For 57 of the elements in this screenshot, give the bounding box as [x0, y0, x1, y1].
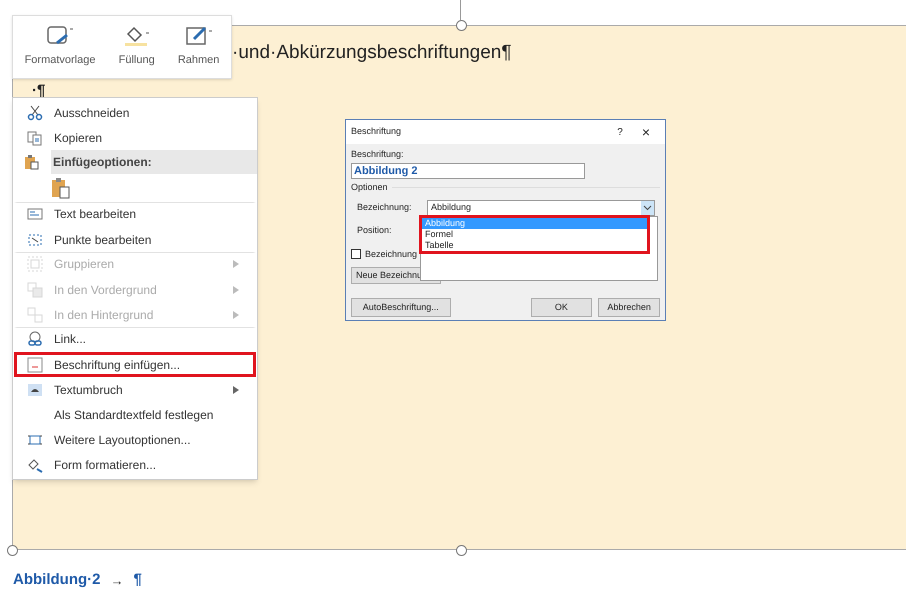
send-backward-icon [27, 306, 43, 322]
paragraph-mark: ·¶ [32, 81, 46, 101]
toolbar-button[interactable]: Rahmen [178, 24, 220, 68]
dialog-button[interactable]: AutoBeschriftung... [351, 298, 451, 317]
bring-forward-icon [27, 282, 43, 298]
scissors-icon [27, 104, 43, 120]
paste-option-icon[interactable] [51, 177, 71, 199]
format-shape-icon [27, 456, 43, 472]
menu-section-header: Einfügeoptionen: [51, 150, 257, 174]
checkbox[interactable] [351, 249, 361, 260]
dialog-title: Beschriftung [351, 125, 402, 138]
field-label: Beschriftung: [351, 148, 405, 161]
clipboard-icon [24, 154, 40, 170]
group-label: Optionen [351, 180, 388, 194]
pen-border-icon [184, 24, 214, 46]
field-label: Position: [357, 224, 392, 237]
toolbar-button[interactable]: Füllung [118, 24, 155, 68]
field-label: Bezeichnung: [357, 201, 413, 214]
menu-item[interactable]: Als Standardtextfeld festlegen [14, 402, 256, 427]
dropdown-option[interactable]: Tabelle [422, 240, 647, 251]
heading-text: ·und·Abkürzungsbeschriftungen¶ [232, 41, 512, 65]
dialog-button[interactable]: OK [530, 298, 592, 317]
menu-item[interactable]: Kopieren [14, 125, 256, 150]
menu-item[interactable]: Weitere Layoutoptionen... [14, 427, 256, 452]
menu-item[interactable]: Beschriftung einfügen... [14, 352, 256, 377]
link-icon [27, 330, 43, 346]
tab-arrow: → [110, 572, 124, 590]
text-wrap-icon [27, 382, 43, 398]
menu-item[interactable]: Textumbruch [14, 377, 256, 402]
resize-handle[interactable] [7, 545, 18, 556]
label-dropdown[interactable]: Abbildung [427, 200, 655, 216]
menu-item[interactable]: Ausschneiden [14, 100, 256, 125]
text-box-icon [27, 206, 43, 222]
menu-item[interactable]: Punkte bearbeiten [14, 227, 256, 252]
caption-input-field[interactable]: Abbildung 2 [351, 162, 585, 178]
resize-handle[interactable] [456, 20, 467, 31]
edit-points-icon [27, 232, 43, 248]
submenu-arrow-icon [233, 260, 239, 268]
checkbox-label: Bezeichnung [365, 248, 418, 261]
group-icon [27, 256, 43, 272]
shape-style-icon [45, 24, 76, 46]
figure-caption: Abbildung·2 [13, 570, 100, 590]
toolbar-button[interactable]: Formatvorlage [24, 24, 96, 68]
submenu-arrow-icon [233, 310, 239, 318]
copy-icon [27, 130, 43, 146]
close-button[interactable]: × [632, 122, 660, 142]
submenu-arrow-icon [233, 386, 239, 394]
menu-item[interactable]: Form formatieren... [14, 452, 256, 477]
menu-item[interactable]: Link... [14, 327, 256, 352]
dialog-button[interactable]: Abbrechen [598, 298, 660, 317]
caption-icon [27, 356, 43, 372]
menu-item[interactable]: Text bearbeiten [14, 202, 256, 227]
resize-handle[interactable] [456, 545, 467, 556]
submenu-arrow-icon [233, 286, 239, 294]
dropdown-option[interactable]: Formel [422, 229, 647, 240]
help-button[interactable]: ? [608, 124, 632, 140]
pilcrow-mark: ¶ [133, 570, 142, 590]
